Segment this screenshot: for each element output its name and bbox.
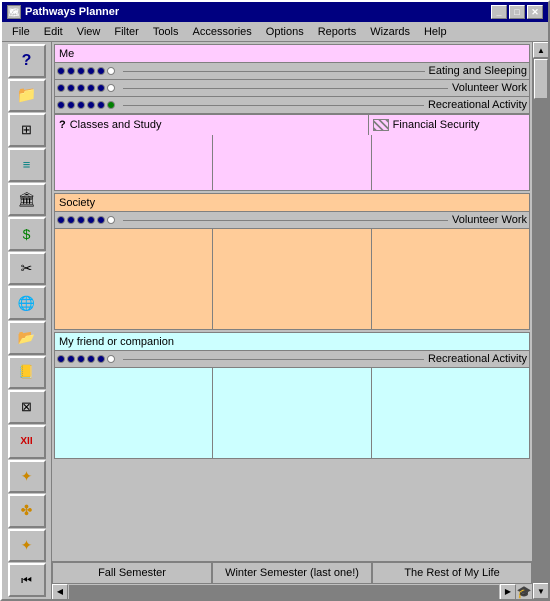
sidebar-btn-3[interactable]: ⊞ (8, 113, 46, 147)
menu-edit[interactable]: Edit (38, 25, 69, 39)
menu-file[interactable]: File (6, 25, 36, 39)
scroll-up-button[interactable]: ▲ (533, 42, 548, 58)
menu-bar: File Edit View Filter Tools Accessories … (2, 22, 548, 42)
row-eating-sleeping: Eating and Sleeping (429, 65, 527, 77)
peach-section-title: Society (59, 197, 95, 209)
row-recreational-2: Recreational Activity (428, 353, 527, 365)
menu-accessories[interactable]: Accessories (187, 25, 258, 39)
close-button[interactable]: ✕ (527, 5, 543, 19)
sidebar-btn-15[interactable]: ✦ (8, 529, 46, 563)
main-window: 🗺 Pathways Planner _ □ ✕ File Edit View … (0, 0, 550, 601)
pink-section: Me Eating and Sleeping (54, 44, 530, 191)
sidebar-btn-11[interactable]: ⊠ (8, 390, 46, 424)
sidebar-btn-1[interactable]: ? (8, 44, 46, 78)
graduation-icon: 🎓 (516, 584, 532, 600)
row-volunteer-work-2: Volunteer Work (452, 214, 527, 226)
title-bar-left: 🗺 Pathways Planner (7, 5, 119, 19)
maximize-button[interactable]: □ (509, 5, 525, 19)
tab-rest-of-life[interactable]: The Rest of My Life (372, 562, 532, 583)
pink-section-title: Me (59, 48, 74, 60)
sidebar-btn-13[interactable]: ✦ (8, 460, 46, 494)
scroll-thumb[interactable] (534, 59, 548, 99)
financial-security-label: Financial Security (393, 119, 480, 131)
sidebar-btn-12[interactable]: XII (8, 425, 46, 459)
row-recreational-1: Recreational Activity (428, 99, 527, 111)
app-icon: 🗺 (7, 5, 21, 19)
menu-help[interactable]: Help (418, 25, 453, 39)
title-bar: 🗺 Pathways Planner _ □ ✕ (2, 2, 548, 22)
menu-options[interactable]: Options (260, 25, 310, 39)
scroll-left-button[interactable]: ◀ (52, 584, 68, 600)
content-area: Me Eating and Sleeping (52, 42, 532, 599)
menu-wizards[interactable]: Wizards (364, 25, 416, 39)
horizontal-scroll-track[interactable] (69, 585, 499, 599)
peach-section: Society Volunteer Work (54, 193, 530, 330)
classes-question-mark: ? (59, 119, 66, 131)
menu-tools[interactable]: Tools (147, 25, 185, 39)
vertical-scrollbar: ▲ ▼ (532, 42, 548, 599)
menu-filter[interactable]: Filter (108, 25, 144, 39)
classes-study-label: Classes and Study (70, 119, 162, 131)
blue-section: My friend or companion Rec (54, 332, 530, 459)
sidebar: ? 📁 ⊞ ≡ 🏛 $ ✂ 🌐 📂 📒 ⊠ XII ✦ ✤ ✦ ⏮ (2, 42, 52, 599)
blue-section-title: My friend or companion (59, 336, 174, 348)
sidebar-btn-5[interactable]: 🏛 (8, 183, 46, 217)
sidebar-btn-4[interactable]: ≡ (8, 148, 46, 182)
tab-fall-semester[interactable]: Fall Semester (52, 562, 212, 583)
window-title: Pathways Planner (25, 6, 119, 18)
bottom-tabs: Fall Semester Winter Semester (last one!… (52, 561, 532, 583)
minimize-button[interactable]: _ (491, 5, 507, 19)
main-content: ? 📁 ⊞ ≡ 🏛 $ ✂ 🌐 📂 📒 ⊠ XII ✦ ✤ ✦ ⏮ (2, 42, 548, 599)
row-volunteer-work-1: Volunteer Work (452, 82, 527, 94)
sidebar-btn-2[interactable]: 📁 (8, 79, 46, 113)
title-buttons: _ □ ✕ (491, 5, 543, 19)
sidebar-btn-8[interactable]: 🌐 (8, 286, 46, 320)
menu-view[interactable]: View (71, 25, 107, 39)
menu-reports[interactable]: Reports (312, 25, 363, 39)
scroll-down-button[interactable]: ▼ (533, 583, 548, 599)
sidebar-btn-6[interactable]: $ (8, 217, 46, 251)
vertical-scroll-track[interactable] (533, 58, 548, 583)
tab-winter-semester[interactable]: Winter Semester (last one!) (212, 562, 372, 583)
sidebar-btn-9[interactable]: 📂 (8, 321, 46, 355)
sidebar-btn-16[interactable]: ⏮ (8, 563, 46, 597)
sidebar-btn-14[interactable]: ✤ (8, 494, 46, 528)
scroll-right-button[interactable]: ▶ (500, 584, 516, 600)
horizontal-scrollbar: ◀ ▶ 🎓 (52, 583, 532, 599)
grid-area: Me Eating and Sleeping (52, 42, 532, 561)
sidebar-btn-10[interactable]: 📒 (8, 356, 46, 390)
scroll-corner: 🎓 (516, 584, 532, 600)
sidebar-btn-7[interactable]: ✂ (8, 252, 46, 286)
